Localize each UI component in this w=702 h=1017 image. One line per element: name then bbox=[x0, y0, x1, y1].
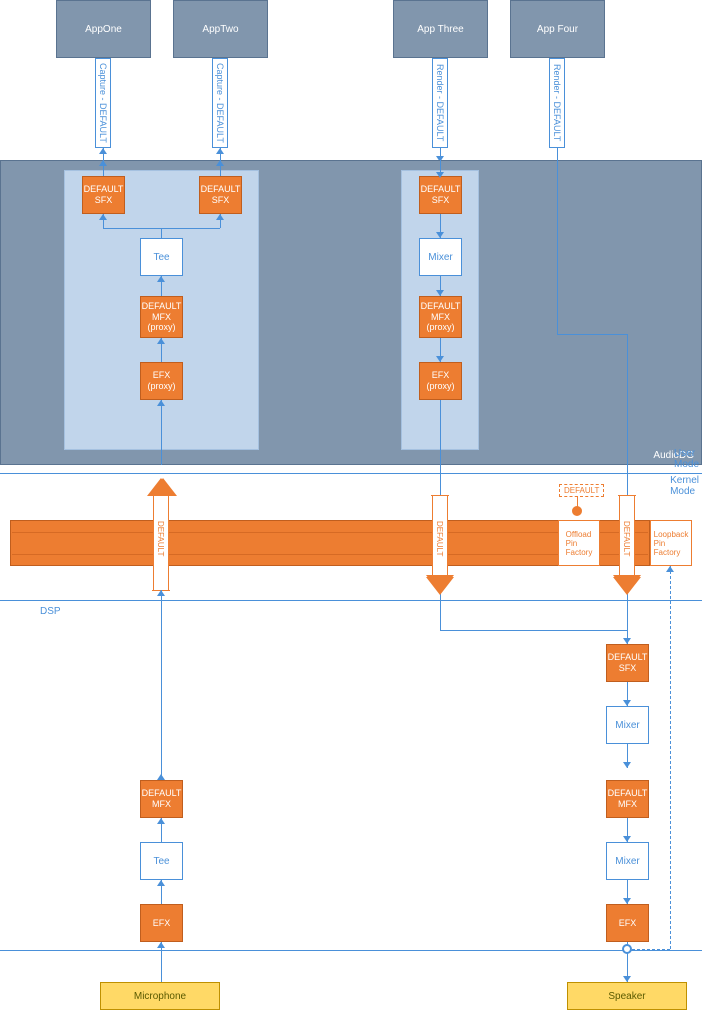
circle-offload bbox=[572, 506, 582, 516]
loopback-pin: Loopback Pin Factory bbox=[650, 520, 692, 566]
arrow-label-3: DEFAULT bbox=[622, 521, 631, 556]
app-four: App Four bbox=[510, 0, 605, 58]
app-one: AppOne bbox=[56, 0, 151, 58]
dsp-efx-left: EFX bbox=[140, 904, 183, 942]
speaker-device: Speaker bbox=[567, 982, 687, 1010]
render-sfx-top: DEFAULT SFX bbox=[419, 176, 462, 214]
microphone-device: Microphone bbox=[100, 982, 220, 1010]
arrow-label-1: DEFAULT bbox=[156, 521, 165, 556]
render-mfx-proxy: DEFAULT MFX (proxy) bbox=[419, 296, 462, 338]
offload-pin: Offload Pin Factory bbox=[558, 520, 600, 566]
orange-bar bbox=[10, 520, 650, 566]
conn-capture-1: Capture - DEFAULT bbox=[95, 58, 111, 148]
app-two: AppTwo bbox=[173, 0, 268, 58]
dsp-mixer2-right: Mixer bbox=[606, 842, 649, 880]
render-efx-proxy: EFX (proxy) bbox=[419, 362, 462, 400]
dsp-mfx-right: DEFAULT MFX bbox=[606, 780, 649, 818]
user-mode-label: User Mode bbox=[674, 448, 699, 470]
conn-render-1: Render - DEFAULT bbox=[432, 58, 448, 148]
capture-mfx-proxy: DEFAULT MFX (proxy) bbox=[140, 296, 183, 338]
default-tag: DEFAULT bbox=[559, 484, 604, 497]
conn-capture-2: Capture - DEFAULT bbox=[212, 58, 228, 148]
dsp-mfx-left: DEFAULT MFX bbox=[140, 780, 183, 818]
capture-tee: Tee bbox=[140, 238, 183, 276]
loopback-circle bbox=[622, 944, 632, 954]
capture-sfx-1: DEFAULT SFX bbox=[82, 176, 125, 214]
dsp-label: DSP bbox=[40, 606, 61, 617]
kernel-mode-label: Kernel Mode bbox=[670, 475, 699, 497]
app-three: App Three bbox=[393, 0, 488, 58]
arrow-label-2: DEFAULT bbox=[435, 521, 444, 556]
dsp-mixer1-right: Mixer bbox=[606, 706, 649, 744]
render-mixer-top: Mixer bbox=[419, 238, 462, 276]
capture-sfx-2: DEFAULT SFX bbox=[199, 176, 242, 214]
dsp-efx-right: EFX bbox=[606, 904, 649, 942]
conn-render-2: Render - DEFAULT bbox=[549, 58, 565, 148]
capture-efx-proxy: EFX (proxy) bbox=[140, 362, 183, 400]
dsp-tee-left: Tee bbox=[140, 842, 183, 880]
dsp-sfx-right: DEFAULT SFX bbox=[606, 644, 649, 682]
